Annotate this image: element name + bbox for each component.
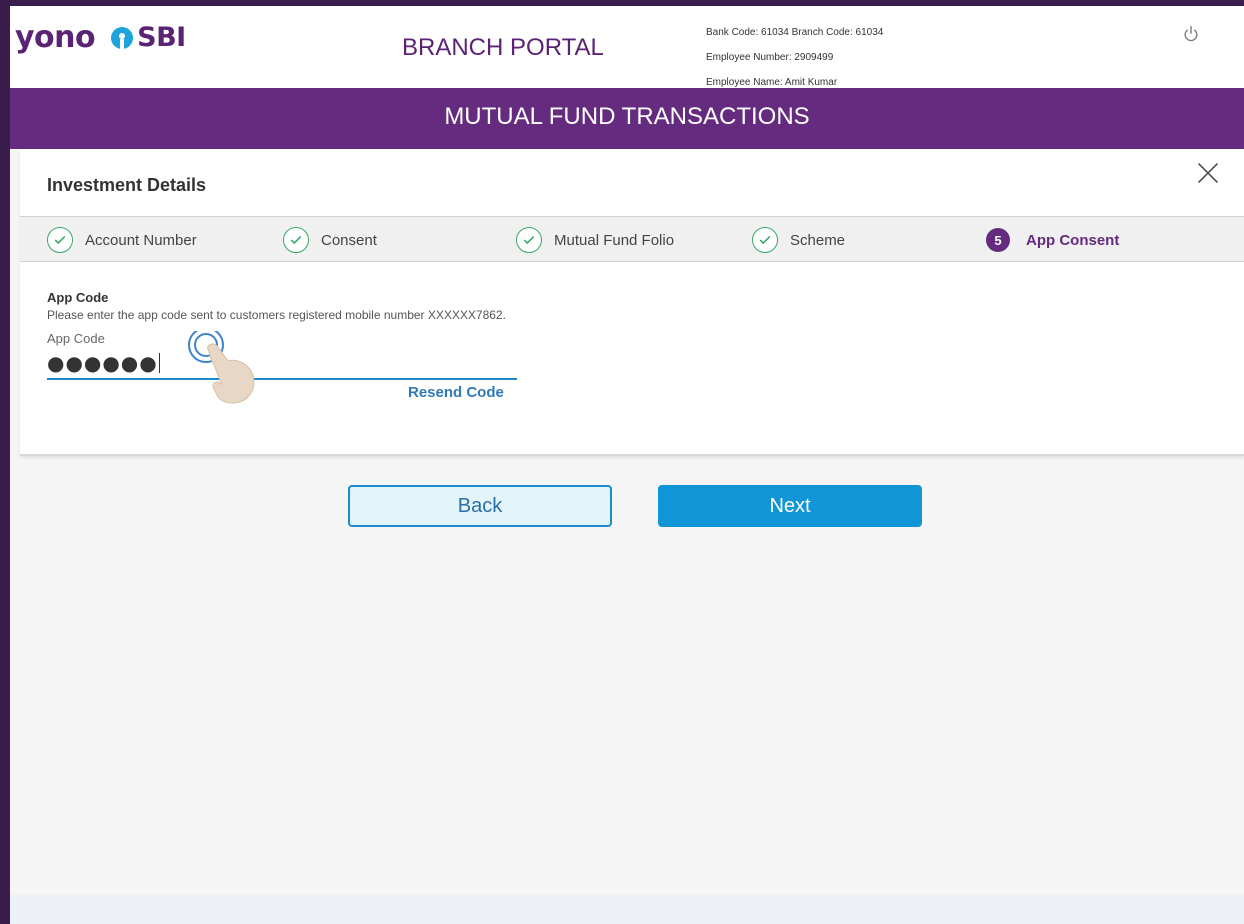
progress-stepper: Account Number Consent Mutual Fund Folio…	[20, 216, 1244, 262]
app-code-heading: App Code	[47, 290, 109, 305]
sbi-keyhole-icon	[111, 26, 134, 49]
back-button[interactable]: Back	[348, 485, 612, 527]
next-button[interactable]: Next	[658, 485, 922, 527]
close-icon[interactable]	[1196, 161, 1220, 185]
portal-title: BRANCH PORTAL	[402, 34, 604, 61]
investment-details-card: Investment Details Account Number Consen…	[20, 149, 1244, 456]
step-label: Mutual Fund Folio	[554, 231, 675, 249]
step-label: Consent	[321, 231, 377, 249]
check-circle-icon	[283, 227, 309, 253]
section-banner: MUTUAL FUND TRANSACTIONS	[10, 88, 1244, 149]
step-account-number[interactable]: Account Number	[47, 217, 197, 263]
check-circle-icon	[47, 227, 73, 253]
check-circle-icon	[516, 227, 542, 253]
footer-bar	[10, 895, 1244, 924]
app-code-label: App Code	[47, 331, 105, 346]
step-label: App Consent	[1026, 231, 1120, 249]
step-scheme[interactable]: Scheme	[752, 217, 845, 263]
app-code-description: Please enter the app code sent to custom…	[47, 308, 506, 322]
employee-number: Employee Number: 2909499	[706, 52, 834, 63]
resend-code-link[interactable]: Resend Code	[408, 384, 504, 401]
step-mutual-fund-folio[interactable]: Mutual Fund Folio	[516, 217, 674, 263]
yono-sbi-logo: yono SBI	[15, 20, 186, 55]
step-app-consent[interactable]: 5 App Consent	[986, 217, 1119, 263]
logo-sbi-text: SBI	[137, 22, 186, 53]
text-caret	[158, 353, 160, 373]
employee-info: Bank Code: 61034 Branch Code: 61034 Empl…	[706, 20, 883, 95]
step-label: Scheme	[790, 231, 846, 249]
logo-yono-text: yono	[15, 20, 96, 55]
bank-branch-code: Bank Code: 61034 Branch Code: 61034	[706, 27, 884, 38]
step-number-badge: 5	[986, 228, 1010, 252]
card-title: Investment Details	[47, 175, 207, 195]
top-header: yono SBI BRANCH PORTAL Bank Code: 61034 …	[10, 6, 1244, 88]
step-label: Account Number	[85, 231, 197, 249]
step-consent[interactable]: Consent	[283, 217, 377, 263]
check-circle-icon	[752, 227, 778, 253]
app-code-value: ●●●●●●	[47, 351, 158, 375]
app-frame: yono SBI BRANCH PORTAL Bank Code: 61034 …	[10, 6, 1244, 924]
tap-hand-icon	[184, 327, 274, 411]
power-icon[interactable]	[1180, 24, 1202, 46]
app-code-input[interactable]: ●●●●●●	[47, 346, 517, 380]
